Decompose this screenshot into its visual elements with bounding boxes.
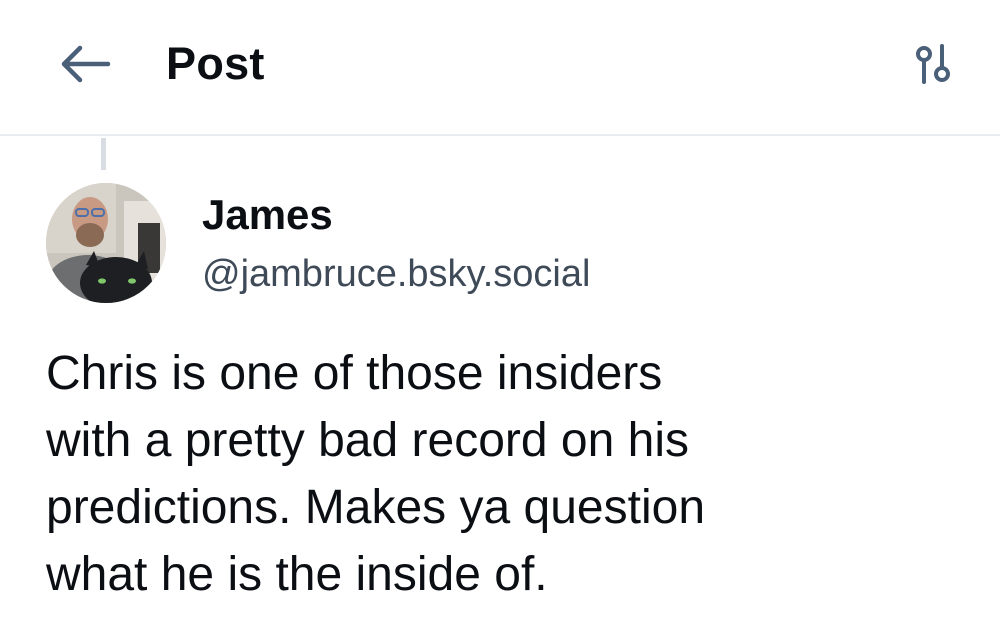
author-display-name[interactable]: James <box>202 190 333 240</box>
avatar-image <box>46 183 166 303</box>
top-bar: Post <box>0 0 1000 136</box>
thread-connector-line <box>101 138 106 170</box>
avatar[interactable] <box>46 183 166 303</box>
thread-settings-button[interactable] <box>904 36 964 92</box>
back-button[interactable] <box>52 36 116 92</box>
post-body-text: Chris is one of those insiders with a pr… <box>46 347 706 601</box>
page-title: Post <box>166 38 265 89</box>
author-handle[interactable]: @jambruce.bsky.social <box>202 250 590 298</box>
arrow-left-icon <box>61 45 111 83</box>
sliders-icon <box>916 44 950 84</box>
